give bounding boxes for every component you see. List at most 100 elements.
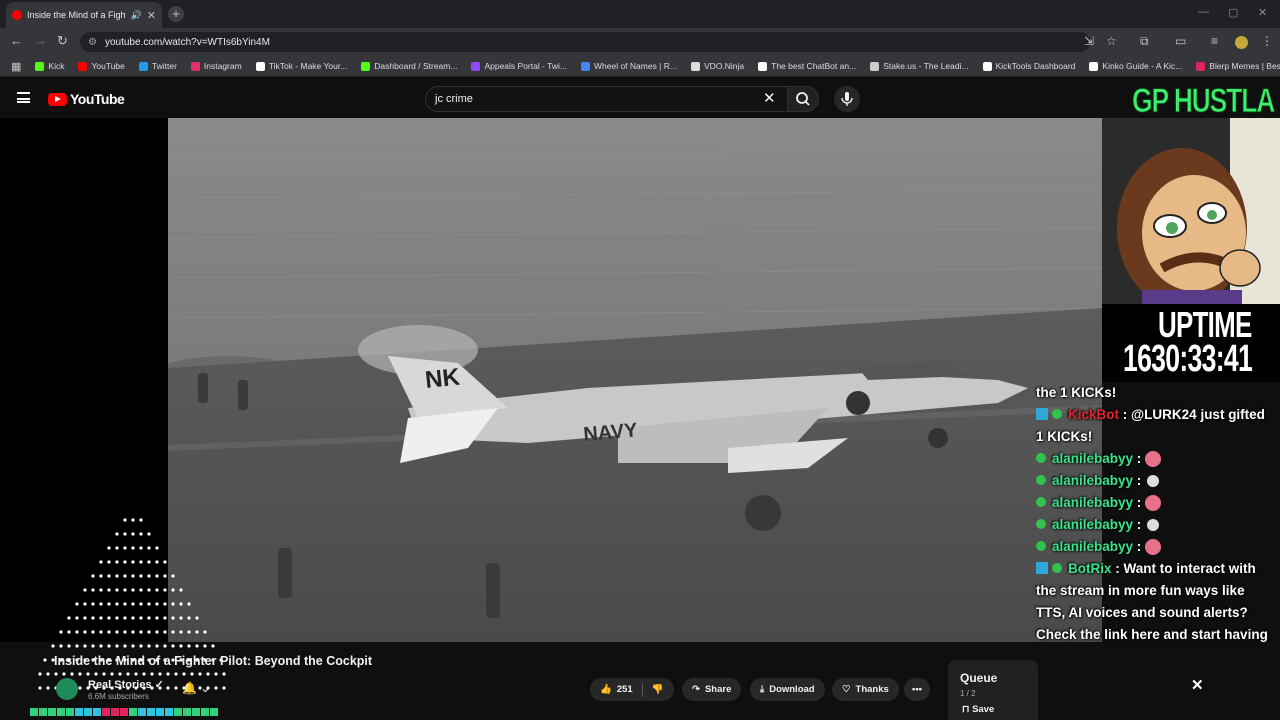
chat-username: BotRix (1068, 561, 1112, 576)
video-player[interactable]: NK NAVY (168, 118, 1102, 642)
more-actions-button[interactable]: ••• (904, 678, 930, 701)
overlay-dot (131, 560, 135, 564)
bookmark-item[interactable]: Kick (28, 61, 71, 71)
overlay-dot (123, 630, 127, 634)
reload-icon[interactable]: ↻ (57, 33, 68, 49)
bookmark-item[interactable]: Stake.us - The Leadi... (863, 61, 975, 71)
overlay-dot (155, 574, 159, 578)
overlay-dot (115, 602, 119, 606)
bookmark-item[interactable]: The best ChatBot an... (751, 61, 863, 71)
bookmark-item[interactable]: Dashboard / Stream... (354, 61, 464, 71)
back-icon[interactable]: ← (10, 33, 23, 48)
close-tab-icon[interactable]: ✕ (147, 9, 156, 22)
search-input[interactable]: jc crime (425, 86, 790, 112)
share-label: Share (704, 684, 732, 695)
overlay-dot (139, 560, 143, 564)
overlay-dot (107, 602, 111, 606)
minimize-icon[interactable]: — (1198, 6, 1209, 18)
overlay-dot (75, 644, 79, 648)
chat-text: TTS, AI voices and sound alerts? (1036, 605, 1248, 620)
chat-message: the stream in more fun ways like (1036, 580, 1280, 602)
search-button[interactable] (787, 86, 819, 112)
chat-text: the stream in more fun ways like (1036, 583, 1245, 598)
apps-icon[interactable]: ▦ (4, 60, 28, 73)
bookmark-item[interactable]: TikTok - Make Your... (249, 61, 355, 71)
notification-bell-icon[interactable]: 🔔 ⌄ (182, 681, 210, 695)
thumbs-down-icon[interactable]: 👎 (652, 684, 664, 695)
profile-avatar[interactable] (1235, 36, 1248, 49)
bookmark-label: Stake.us - The Leadi... (883, 61, 969, 71)
overlay-dot (198, 672, 202, 676)
bookmark-item[interactable]: Instagram (184, 61, 249, 71)
thanks-button[interactable]: ♡ Thanks (832, 678, 899, 701)
overlay-dot (190, 672, 194, 676)
overlay-dot (179, 616, 183, 620)
browser-menu-icon[interactable]: ⋮ (1261, 34, 1273, 48)
overlay-dot (139, 518, 143, 522)
bookmark-item[interactable]: Kinko Guide - A Kic... (1082, 61, 1189, 71)
overlay-dot (107, 616, 111, 620)
color-bar-cell (75, 708, 83, 716)
channel-avatar[interactable] (56, 678, 78, 700)
new-tab-button[interactable]: + (168, 6, 184, 22)
overlay-dot (147, 532, 151, 536)
youtube-logo[interactable]: YouTube (48, 91, 125, 107)
forward-icon[interactable]: → (34, 33, 47, 48)
channel-name-text: Real Stories (88, 679, 152, 691)
media-controls-icon[interactable]: ≡ (1211, 34, 1218, 48)
color-bar-cell (165, 708, 173, 716)
chat-text: Check the link here and start having (1036, 627, 1268, 642)
bookmark-item[interactable]: Blerp Memes | Best... (1189, 61, 1280, 71)
extensions-icon[interactable]: ⧉ (1140, 34, 1149, 49)
clear-search-icon[interactable]: ✕ (763, 89, 776, 107)
close-window-icon[interactable]: ✕ (1258, 6, 1267, 19)
overlay-dot (115, 630, 119, 634)
like-button[interactable]: 👍 251 👎 (590, 678, 674, 701)
color-bar-cell (66, 708, 74, 716)
overlay-dot (150, 672, 154, 676)
overlay-dot (147, 644, 151, 648)
bookmark-item[interactable]: Twitter (132, 61, 184, 71)
overlay-dot (206, 672, 210, 676)
overlay-dot (139, 616, 143, 620)
bookmark-item[interactable]: Appeals Portal - Twi... (464, 61, 574, 71)
site-info-icon[interactable]: ⚙ (88, 37, 97, 48)
download-button[interactable]: ⤓ Download (750, 678, 825, 701)
bookmark-item[interactable]: YouTube (71, 61, 131, 71)
overlay-dot (99, 574, 103, 578)
chat-text: 1 KICKs! (1036, 429, 1093, 444)
chat-message: KickBot : @LURK24 just gifted (1036, 404, 1280, 426)
bookmark-star-icon[interactable]: ☆ (1106, 34, 1117, 48)
chat-text: : @LURK24 just gifted (1119, 407, 1265, 422)
close-chat-icon[interactable]: ✕ (1191, 676, 1204, 694)
overlay-dot (94, 672, 98, 676)
overlay-dot (43, 658, 47, 662)
overlay-dot (123, 602, 127, 606)
bookmark-favicon-icon (1089, 61, 1099, 71)
channel-name[interactable]: Real Stories ✓ (88, 678, 164, 691)
overlay-dot (179, 588, 183, 592)
overlay-dot (134, 672, 138, 676)
maximize-icon[interactable]: ▢ (1228, 6, 1238, 19)
bookmark-item[interactable]: KickTools Dashboard (976, 61, 1083, 71)
cast-icon[interactable]: ▭ (1175, 34, 1186, 48)
browser-tab[interactable]: Inside the Mind of a Fighter 🔊 ✕ (6, 2, 162, 28)
subscriber-count: 6.6M subscribers (88, 692, 149, 701)
overlay-color-bar (30, 708, 218, 716)
hamburger-menu-icon[interactable] (17, 92, 30, 103)
bookmark-item[interactable]: Wheel of Names | R... (574, 61, 684, 71)
speaker-icon[interactable]: 🔊 (131, 10, 142, 21)
voice-search-button[interactable] (834, 86, 860, 112)
overlay-dot (214, 672, 218, 676)
overlay-dot (118, 672, 122, 676)
overlay-dot (83, 602, 87, 606)
bookmark-item[interactable]: VDO.Ninja (684, 61, 751, 71)
share-button[interactable]: ↷ Share (682, 678, 742, 701)
install-app-icon[interactable]: ⇲ (1084, 34, 1094, 48)
bookmark-label: Kick (48, 61, 65, 71)
color-bar-cell (201, 708, 209, 716)
address-bar[interactable]: ⚙ youtube.com/watch?v=WTIs6bYin4M (80, 32, 1090, 52)
overlay-dot (123, 644, 127, 648)
overlay-dot (102, 672, 106, 676)
queue-save-button[interactable]: ⊓ Save (962, 704, 994, 715)
